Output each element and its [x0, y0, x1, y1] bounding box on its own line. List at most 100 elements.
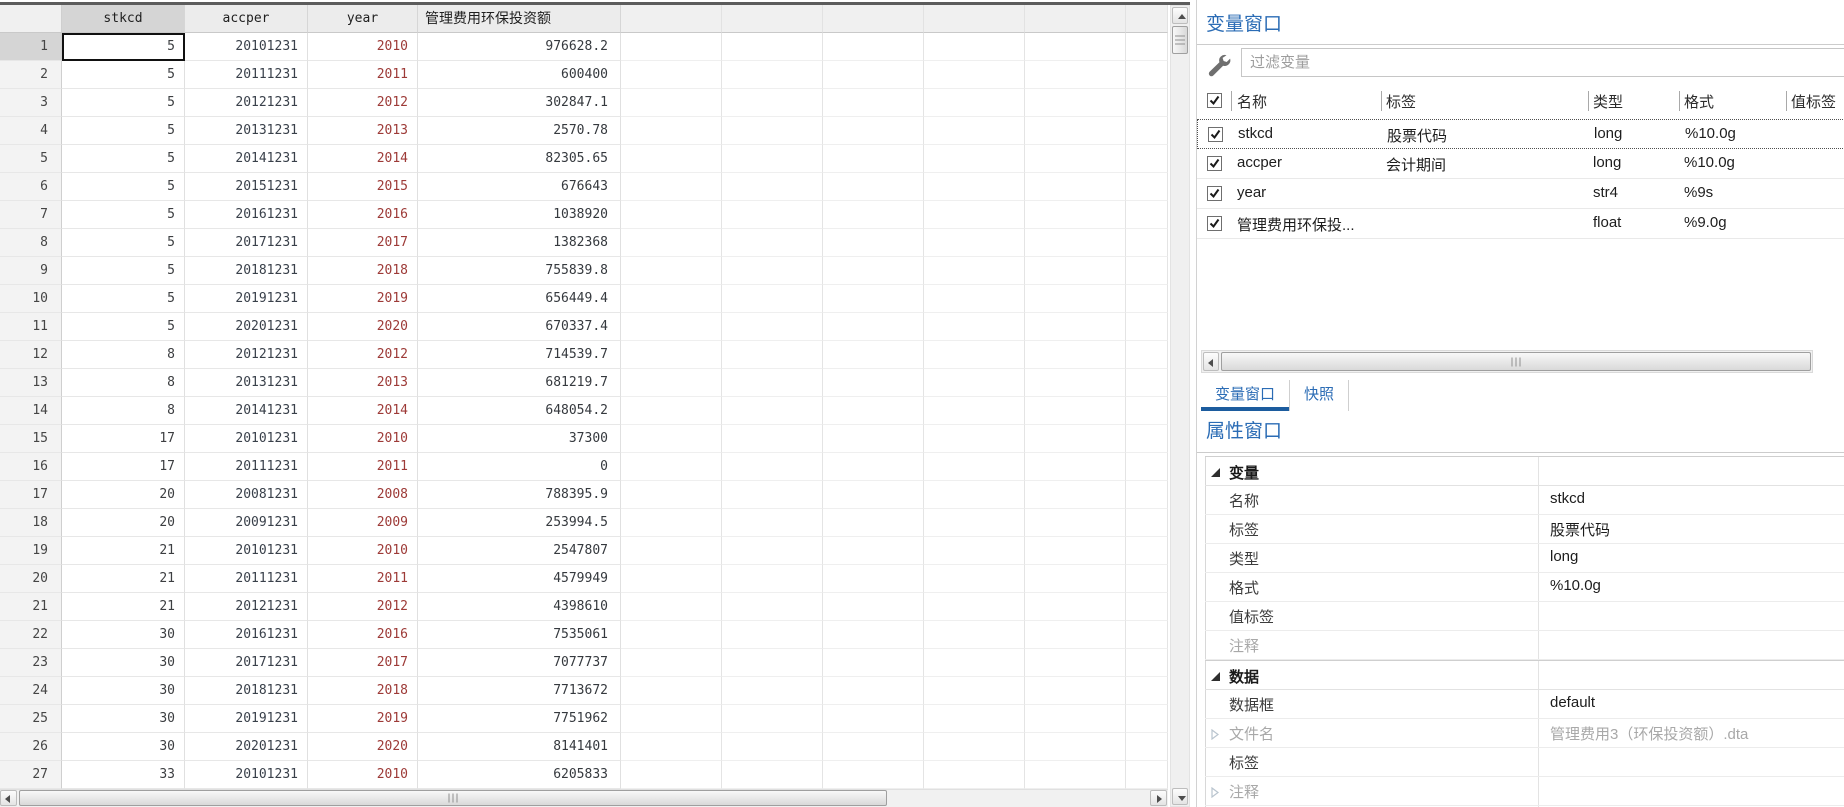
variables-column-header[interactable]: 格式	[1684, 91, 1714, 112]
data-cell-empty[interactable]	[823, 173, 924, 201]
row-number[interactable]: 9	[0, 257, 62, 285]
data-cell-stkcd[interactable]: 17	[62, 425, 185, 453]
row-number[interactable]: 19	[0, 537, 62, 565]
data-cell-empty[interactable]	[722, 117, 823, 145]
row-number[interactable]: 5	[0, 145, 62, 173]
data-cell-empty[interactable]	[823, 761, 924, 789]
horizontal-scroll-thumb[interactable]	[1221, 352, 1811, 371]
data-cell-value[interactable]: 253994.5	[418, 509, 621, 537]
column-header-value[interactable]: 管理费用环保投资额	[418, 5, 621, 33]
data-cell-empty[interactable]	[1126, 397, 1168, 425]
variable-checkbox[interactable]	[1207, 156, 1222, 171]
data-cell-empty[interactable]	[924, 341, 1025, 369]
data-cell-empty[interactable]	[823, 453, 924, 481]
data-cell-empty[interactable]	[621, 705, 722, 733]
data-cell-stkcd[interactable]: 30	[62, 621, 185, 649]
expanded-triangle-icon[interactable]	[1211, 468, 1220, 477]
variable-row[interactable]: 管理费用环保投... float %9.0g	[1197, 209, 1844, 239]
row-number[interactable]: 26	[0, 733, 62, 761]
data-cell-empty[interactable]	[1025, 89, 1126, 117]
data-cell-empty[interactable]	[924, 89, 1025, 117]
data-cell-year[interactable]: 2020	[308, 313, 418, 341]
data-cell-empty[interactable]	[621, 61, 722, 89]
data-cell-value[interactable]: 670337.4	[418, 313, 621, 341]
data-cell-empty[interactable]	[1126, 453, 1168, 481]
scroll-right-button[interactable]	[1150, 790, 1167, 806]
data-cell-year[interactable]: 2014	[308, 397, 418, 425]
data-cell-stkcd[interactable]: 5	[62, 33, 185, 61]
data-cell-empty[interactable]	[621, 481, 722, 509]
data-cell-stkcd[interactable]: 5	[62, 229, 185, 257]
data-cell-year[interactable]: 2018	[308, 257, 418, 285]
data-cell-empty[interactable]	[1025, 705, 1126, 733]
column-header-empty[interactable]	[823, 5, 924, 33]
table-horizontal-scrollbar[interactable]	[0, 789, 1168, 807]
data-cell-stkcd[interactable]: 5	[62, 61, 185, 89]
row-number[interactable]: 10	[0, 285, 62, 313]
data-cell-empty[interactable]	[924, 761, 1025, 789]
variable-row[interactable]: stkcd 股票代码 long %10.0g	[1197, 119, 1844, 149]
data-cell-empty[interactable]	[722, 565, 823, 593]
data-cell-year[interactable]: 2009	[308, 509, 418, 537]
data-cell-empty[interactable]	[722, 201, 823, 229]
data-cell-accper[interactable]: 20121231	[185, 89, 308, 117]
property-row[interactable]: 文件名 管理费用3（环保投资额）.dta	[1205, 719, 1844, 748]
data-cell-empty[interactable]	[722, 33, 823, 61]
data-cell-empty[interactable]	[722, 733, 823, 761]
column-header-stkcd[interactable]: stkcd	[62, 5, 185, 33]
data-cell-stkcd[interactable]: 30	[62, 677, 185, 705]
data-cell-empty[interactable]	[1025, 117, 1126, 145]
data-cell-accper[interactable]: 20171231	[185, 229, 308, 257]
data-cell-empty[interactable]	[621, 397, 722, 425]
data-cell-empty[interactable]	[1025, 61, 1126, 89]
data-cell-stkcd[interactable]: 30	[62, 649, 185, 677]
variable-filter-input[interactable]	[1241, 48, 1844, 77]
property-section-header[interactable]: 变量	[1205, 456, 1844, 486]
variables-hscrollbar[interactable]	[1201, 350, 1813, 373]
data-cell-empty[interactable]	[1126, 677, 1168, 705]
property-row[interactable]: 注释	[1205, 631, 1844, 660]
property-row[interactable]: 数据框 default	[1205, 690, 1844, 719]
data-cell-year[interactable]: 2019	[308, 705, 418, 733]
data-cell-empty[interactable]	[823, 145, 924, 173]
data-cell-empty[interactable]	[1025, 677, 1126, 705]
data-cell-empty[interactable]	[924, 313, 1025, 341]
data-cell-empty[interactable]	[823, 537, 924, 565]
data-cell-value[interactable]: 681219.7	[418, 369, 621, 397]
data-cell-accper[interactable]: 20161231	[185, 201, 308, 229]
data-cell-year[interactable]: 2020	[308, 733, 418, 761]
horizontal-scroll-thumb[interactable]	[19, 790, 887, 806]
expanded-triangle-icon[interactable]	[1211, 672, 1220, 681]
data-cell-empty[interactable]	[1025, 593, 1126, 621]
data-cell-empty[interactable]	[823, 509, 924, 537]
vertical-scroll-thumb[interactable]	[1172, 26, 1188, 54]
data-cell-value[interactable]: 2570.78	[418, 117, 621, 145]
row-number[interactable]: 4	[0, 117, 62, 145]
data-cell-empty[interactable]	[924, 593, 1025, 621]
scroll-left-button[interactable]	[0, 790, 17, 806]
data-cell-accper[interactable]: 20181231	[185, 677, 308, 705]
data-cell-accper[interactable]: 20101231	[185, 761, 308, 789]
data-cell-empty[interactable]	[924, 565, 1025, 593]
data-cell-empty[interactable]	[621, 285, 722, 313]
data-cell-accper[interactable]: 20111231	[185, 61, 308, 89]
data-cell-stkcd[interactable]: 8	[62, 341, 185, 369]
data-cell-empty[interactable]	[722, 453, 823, 481]
data-cell-empty[interactable]	[823, 61, 924, 89]
data-cell-value[interactable]: 755839.8	[418, 257, 621, 285]
data-cell-empty[interactable]	[722, 537, 823, 565]
data-cell-empty[interactable]	[1025, 313, 1126, 341]
data-cell-accper[interactable]: 20201231	[185, 313, 308, 341]
data-cell-empty[interactable]	[823, 397, 924, 425]
data-cell-value[interactable]: 648054.2	[418, 397, 621, 425]
variable-checkbox[interactable]	[1208, 127, 1223, 142]
row-number[interactable]: 13	[0, 369, 62, 397]
data-cell-year[interactable]: 2012	[308, 89, 418, 117]
data-cell-empty[interactable]	[924, 677, 1025, 705]
data-cell-empty[interactable]	[1025, 565, 1126, 593]
data-cell-stkcd[interactable]: 20	[62, 481, 185, 509]
data-cell-empty[interactable]	[1126, 761, 1168, 789]
data-cell-empty[interactable]	[823, 117, 924, 145]
data-cell-empty[interactable]	[1025, 425, 1126, 453]
data-cell-empty[interactable]	[924, 285, 1025, 313]
